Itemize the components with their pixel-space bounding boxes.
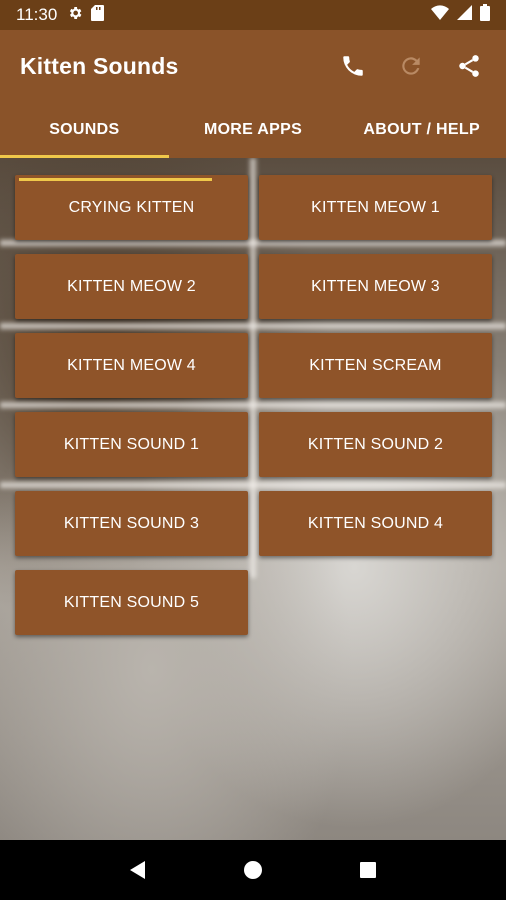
sd-card-icon	[91, 4, 105, 26]
app-bar: Kitten Sounds	[0, 30, 506, 102]
tab-more-apps[interactable]: MORE APPS	[169, 102, 338, 158]
sound-button-kitten-meow-2[interactable]: KITTEN MEOW 2	[15, 254, 248, 319]
sound-button-kitten-sound-2[interactable]: KITTEN SOUND 2	[259, 412, 492, 477]
share-icon[interactable]	[452, 49, 486, 83]
sound-button-kitten-sound-5[interactable]: KITTEN SOUND 5	[15, 570, 248, 635]
sound-button-label: KITTEN SCREAM	[309, 356, 442, 374]
sound-button-kitten-sound-1[interactable]: KITTEN SOUND 1	[15, 412, 248, 477]
phone-icon[interactable]	[336, 49, 370, 83]
sound-button-label: KITTEN SOUND 2	[307, 435, 444, 453]
sound-button-kitten-meow-3[interactable]: KITTEN MEOW 3	[259, 254, 492, 319]
sound-button-label: CRYING KITTEN	[68, 198, 195, 216]
tab-bar: SOUNDS MORE APPS ABOUT / HELP	[0, 102, 506, 158]
tab-sounds[interactable]: SOUNDS	[0, 102, 169, 158]
sound-button-label: KITTEN MEOW 1	[311, 198, 440, 216]
battery-icon	[480, 4, 490, 26]
back-icon[interactable]	[118, 850, 158, 890]
home-icon[interactable]	[233, 850, 273, 890]
app-title: Kitten Sounds	[20, 52, 179, 79]
sound-button-kitten-sound-3[interactable]: KITTEN SOUND 3	[15, 491, 248, 556]
sound-button-crying-kitten[interactable]: CRYING KITTEN	[15, 175, 248, 240]
gear-icon	[67, 5, 83, 26]
status-bar: 11:30	[0, 0, 506, 30]
signal-icon	[457, 5, 472, 25]
sound-button-kitten-meow-1[interactable]: KITTEN MEOW 1	[259, 175, 492, 240]
recents-icon[interactable]	[348, 850, 388, 890]
sound-button-label: KITTEN MEOW 4	[67, 356, 196, 374]
sound-button-grid: CRYING KITTEN KITTEN MEOW 1 KITTEN MEOW …	[15, 175, 493, 635]
sound-button-label: KITTEN MEOW 2	[67, 277, 196, 295]
tab-about-help[interactable]: ABOUT / HELP	[337, 102, 506, 158]
status-time: 11:30	[16, 5, 58, 24]
sound-button-kitten-scream[interactable]: KITTEN SCREAM	[259, 333, 492, 398]
sound-button-kitten-sound-4[interactable]: KITTEN SOUND 4	[259, 491, 492, 556]
sound-button-label: KITTEN SOUND 3	[63, 514, 200, 532]
tab-label: SOUNDS	[49, 121, 120, 138]
sound-button-label: KITTEN SOUND 5	[63, 593, 200, 611]
wifi-icon	[431, 5, 449, 25]
sound-button-label: KITTEN SOUND 1	[63, 435, 200, 453]
tab-label: ABOUT / HELP	[363, 121, 480, 138]
sound-button-kitten-meow-4[interactable]: KITTEN MEOW 4	[15, 333, 248, 398]
refresh-icon[interactable]	[394, 49, 428, 83]
sound-button-label: KITTEN MEOW 3	[311, 277, 440, 295]
system-nav-bar	[0, 840, 506, 900]
sound-button-label: KITTEN SOUND 4	[307, 514, 444, 532]
sounds-panel: CRYING KITTEN KITTEN MEOW 1 KITTEN MEOW …	[0, 158, 506, 840]
playback-progress	[19, 178, 213, 181]
tab-label: MORE APPS	[203, 121, 303, 138]
